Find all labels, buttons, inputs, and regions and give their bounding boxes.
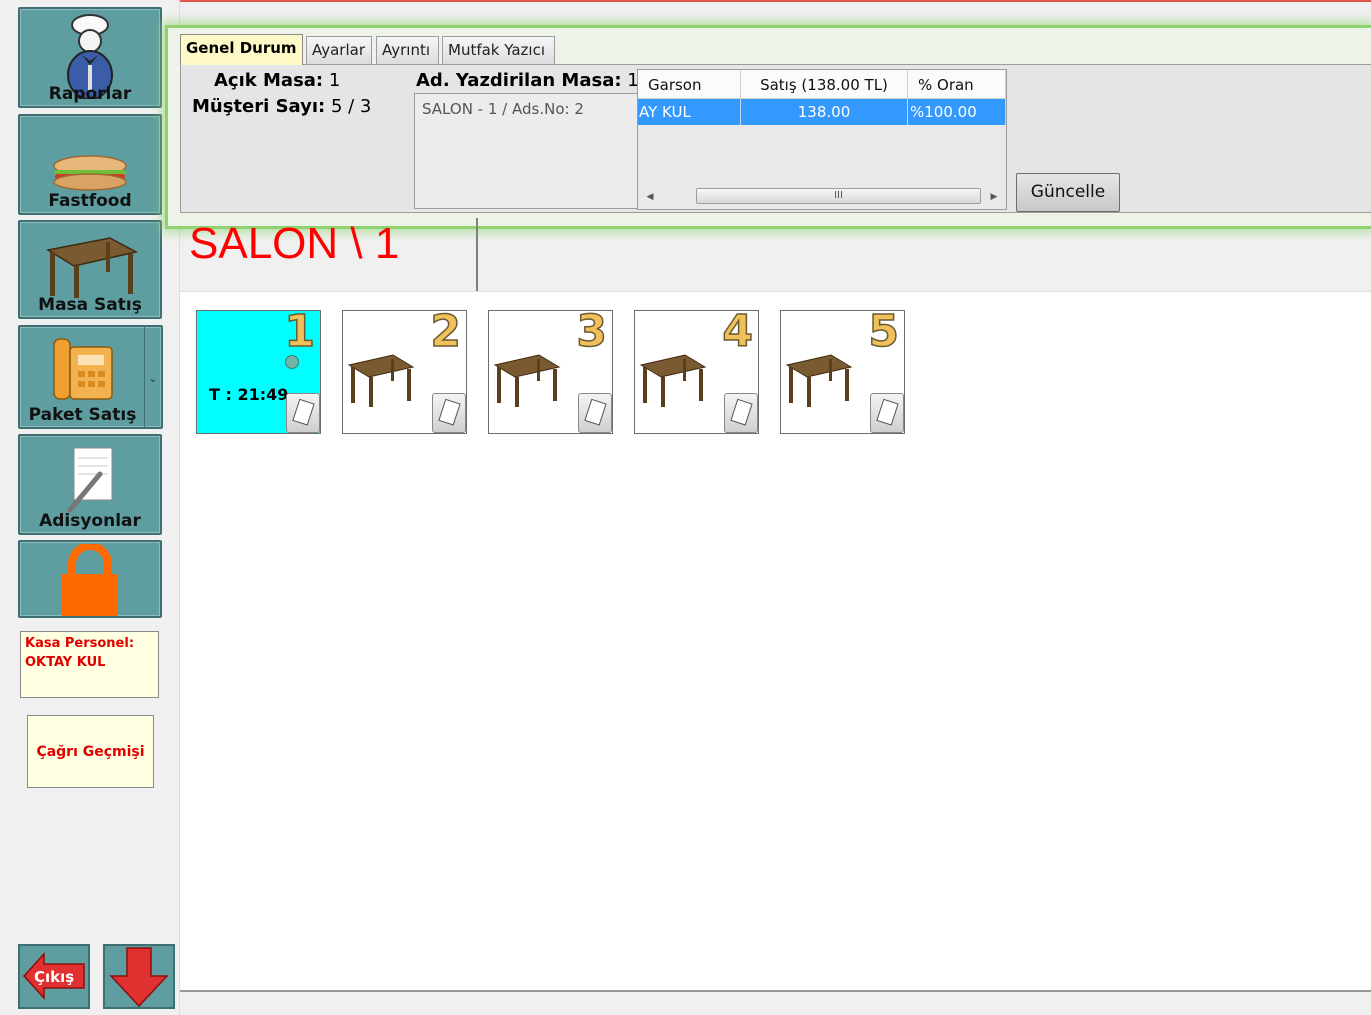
bottom-divider (180, 990, 1371, 992)
chevron-down-icon[interactable]: ⌄ (144, 327, 161, 427)
fastfood-button[interactable]: Fastfood (18, 114, 162, 215)
musteri-sayi-value: 5 / 3 (330, 96, 372, 117)
table-number: 3 (576, 306, 608, 358)
adisyonlar-button[interactable]: Adisyonlar (18, 434, 162, 535)
adisyon-listbox[interactable]: SALON - 1 / Ads.No: 2 (414, 93, 638, 209)
exit-button[interactable]: Çıkış (18, 944, 90, 1009)
notepad-icon[interactable] (724, 393, 758, 433)
table-timer: T : 21:49 (209, 385, 289, 404)
table-card-4[interactable]: 4 (634, 306, 759, 434)
table-icon (493, 354, 561, 407)
notepad-icon[interactable] (286, 393, 320, 433)
adisyonlar-label: Adisyonlar (39, 511, 141, 531)
raporlar-label: Raporlar (48, 84, 132, 104)
sandwich-icon (53, 155, 127, 191)
masa-satis-button[interactable]: Masa Satış (18, 220, 162, 319)
tab-mutfak-yazici[interactable]: Mutfak Yazıcı (442, 36, 555, 64)
notepad-icon[interactable] (432, 393, 466, 433)
cagri-gecmisi-button[interactable]: Çağrı Geçmişi (27, 715, 154, 788)
table-icon (639, 354, 707, 407)
cell-garson: AY KUL (638, 99, 741, 125)
horizontal-scrollbar[interactable]: ◀ III ▶ (638, 186, 1006, 206)
down-arrow-icon (109, 947, 169, 1007)
tab-ayarlar[interactable]: Ayarlar (306, 36, 372, 64)
header-garson[interactable]: Garson (638, 70, 741, 98)
garson-grid[interactable]: Garson Satış (138.00 TL) % Oran AY KUL 1… (637, 69, 1007, 210)
scroll-thumb[interactable]: III (696, 188, 981, 204)
paket-satis-label: Paket Satış (28, 405, 137, 425)
table-number: 1 (284, 306, 316, 358)
divider (476, 218, 478, 292)
masa-satis-label: Masa Satış (38, 295, 142, 315)
list-item[interactable]: SALON - 1 / Ads.No: 2 (422, 100, 630, 118)
lock-icon (62, 544, 118, 616)
raporlar-button[interactable]: Raporlar (18, 7, 162, 108)
scroll-right-icon[interactable]: ▶ (986, 189, 1002, 205)
musteri-sayi-stat: Müşteri Sayı: 5 / 3 (192, 96, 371, 117)
table-icon (347, 354, 415, 407)
down-arrow-button[interactable] (103, 944, 175, 1009)
notepad-icon[interactable] (870, 393, 904, 433)
paket-satis-button[interactable]: Paket Satış ⌄ (18, 325, 163, 429)
page-title: SALON \ 1 (189, 219, 400, 268)
table-row[interactable]: AY KUL 138.00 %100.00 (638, 99, 1006, 125)
table-card-3[interactable]: 3 (488, 306, 613, 434)
header-oran[interactable]: % Oran (908, 70, 1006, 98)
phone-icon (52, 338, 113, 400)
acik-masa-stat: Açık Masa: 1 (214, 70, 340, 91)
grid-header: Garson Satış (138.00 TL) % Oran (638, 70, 1006, 99)
tab-ayrinti[interactable]: Ayrıntı (376, 36, 439, 64)
table-card-1[interactable]: 1 T : 21:49 (196, 306, 321, 434)
cell-oran: %100.00 (908, 99, 1006, 125)
table-card-5[interactable]: 5 (780, 306, 905, 434)
exit-label: Çıkış (34, 968, 75, 986)
table-icon (785, 354, 853, 407)
kasa-personel-name: OKTAY KUL (25, 655, 106, 670)
table-number: 5 (868, 306, 900, 358)
clock-icon (285, 355, 299, 369)
musteri-sayi-label: Müşteri Sayı: (192, 96, 326, 117)
table-number: 4 (722, 306, 754, 358)
tab-genel-durum[interactable]: Genel Durum (180, 34, 303, 65)
window-top-border (0, 0, 1371, 2)
table-number: 2 (430, 306, 462, 358)
cagri-gecmisi-label: Çağrı Geçmişi (36, 743, 145, 760)
acik-masa-value: 1 (328, 70, 341, 91)
guncelle-button[interactable]: Güncelle (1016, 173, 1120, 212)
scroll-left-icon[interactable]: ◀ (642, 189, 658, 205)
table-card-2[interactable]: 2 (342, 306, 467, 434)
fastfood-label: Fastfood (48, 191, 132, 211)
lock-button[interactable] (18, 540, 162, 618)
notepad-pen-icon (67, 447, 113, 513)
notepad-icon[interactable] (578, 393, 612, 433)
cell-satis: 138.00 (741, 99, 908, 125)
sidebar: Raporlar Fastfood Masa Satış Paket Satış… (0, 0, 180, 1015)
kasa-personel-box: Kasa Personel: OKTAY KUL (20, 631, 159, 698)
ad-yazdirilan-label: Ad. Yazdirilan Masa: (416, 70, 622, 91)
acik-masa-label: Açık Masa: (214, 70, 324, 91)
header-satis[interactable]: Satış (138.00 TL) (741, 70, 908, 98)
table-icon (45, 237, 139, 298)
kasa-personel-label: Kasa Personel: (25, 636, 135, 651)
ad-yazdirilan-stat: Ad. Yazdirilan Masa: 1 (416, 70, 639, 91)
